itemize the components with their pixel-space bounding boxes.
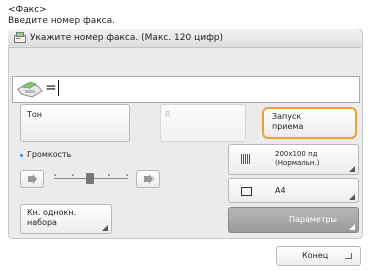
r-button[interactable]: R: [160, 104, 246, 142]
start-receive-button[interactable]: Запуск приема: [262, 107, 357, 139]
resolution-mode: (Нормальн.): [275, 159, 320, 167]
speed-dial-button[interactable]: Кн. однокн. набора: [20, 204, 112, 234]
panel-title: Укажите номер факса. (Макс. 120 цифр): [30, 33, 223, 43]
start-label-line1: Запуск: [272, 112, 302, 121]
submenu-indicator-icon: [349, 194, 355, 200]
submenu-indicator-icon: [349, 166, 355, 172]
volume-tick: [72, 174, 74, 176]
volume-label: Громкость: [27, 150, 72, 159]
volume-bullet: [20, 154, 23, 157]
submenu-indicator-icon: [349, 224, 355, 230]
start-label-line2: приема: [272, 122, 304, 131]
end-button[interactable]: Конец: [276, 246, 361, 266]
resolution-icon: [241, 154, 251, 164]
mode-label: <Факс>: [8, 5, 47, 15]
paper-icon: [241, 187, 252, 196]
submenu-indicator-icon: [102, 225, 108, 231]
volume-tick: [108, 174, 110, 176]
resolution-button[interactable]: 200x100 пд (Нормальн.): [228, 144, 359, 175]
tone-label: Тон: [27, 110, 43, 119]
sound-waves-icon: ): [152, 176, 155, 183]
text-cursor: [58, 80, 59, 96]
speaker-icon: [28, 174, 37, 184]
paper-size-value: A4: [275, 186, 286, 195]
enter-icon: [345, 253, 352, 259]
speaker-icon: [144, 174, 153, 184]
paper-size-button[interactable]: A4: [228, 178, 359, 203]
volume-up-button[interactable]: ): [136, 170, 160, 188]
input-prefix: =: [45, 80, 57, 96]
volume-tick: [126, 174, 128, 176]
panel-title-bar: Укажите номер факса. (Макс. 120 цифр): [8, 29, 361, 48]
parameters-button[interactable]: Параметры: [228, 207, 359, 233]
parameters-label: Параметры: [289, 215, 337, 224]
end-label: Конец: [302, 251, 329, 260]
phone-icon: [17, 81, 43, 98]
fax-number-input[interactable]: [12, 76, 360, 103]
resolution-text: 200x100 пд (Нормальн.): [275, 150, 319, 168]
resolution-value: 200x100 пд: [275, 150, 318, 158]
r-label: R: [165, 110, 171, 119]
volume-down-button[interactable]: [20, 170, 44, 188]
fax-icon: [14, 32, 26, 43]
tone-button[interactable]: Тон: [20, 104, 130, 142]
speed-dial-label-line1: Кн. однокн.: [27, 208, 77, 217]
volume-tick: [54, 174, 56, 176]
volume-slider-thumb[interactable]: [86, 173, 94, 184]
instruction-text: Введите номер факса.: [8, 16, 115, 26]
speed-dial-label-line2: набора: [27, 218, 57, 227]
